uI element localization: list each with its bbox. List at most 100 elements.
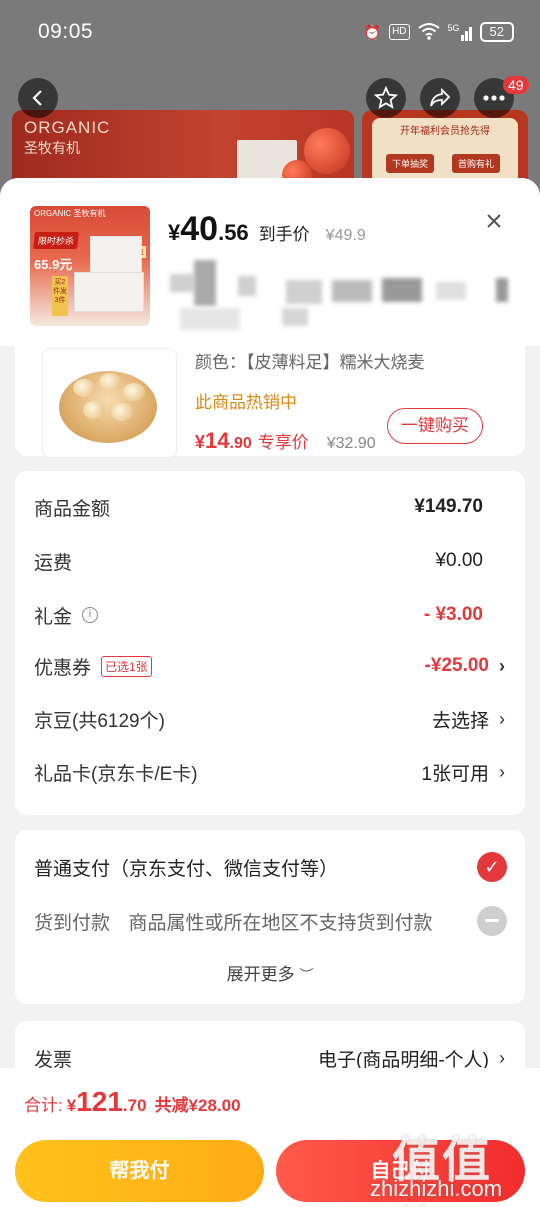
share-icon <box>430 87 451 107</box>
chevron-right-icon: › <box>499 1047 505 1068</box>
bottom-action-bar: 合计: ¥ 121 .70 共减¥28.00 帮我付 自己付 <box>0 1068 540 1207</box>
status-time: 09:05 <box>38 20 94 43</box>
favorite-button[interactable] <box>366 78 406 118</box>
deal-price: ¥ 14 .90 专享价 ¥32.90 <box>195 428 376 454</box>
payment-normal-row[interactable]: 普通支付（京东支付、微信支付等） ✓ <box>34 852 507 882</box>
close-icon <box>487 214 501 228</box>
shipping-row: 运费 ¥0.00 <box>34 546 505 576</box>
deal-integer: 14 <box>205 428 230 453</box>
hd-icon: HD <box>389 24 410 40</box>
shaomai-piece <box>123 383 145 401</box>
jd-beans-label: 京豆(共6129个) <box>34 710 165 732</box>
thumb-box-stack <box>90 236 142 274</box>
shaomai-piece <box>99 373 121 391</box>
total-saving: 共减¥28.00 <box>154 1096 241 1115</box>
payment-cod-note: 商品属性或所在地区不支持货到付款 <box>128 912 433 934</box>
thumb-side-text: 买2件发3件 <box>52 276 68 316</box>
redacted-text <box>282 308 308 326</box>
jd-beans-row[interactable]: 京豆(共6129个) 去选择 › <box>34 704 505 734</box>
redacted-text <box>436 282 466 300</box>
pay-myself-button[interactable]: 自己付 <box>276 1140 525 1202</box>
decor-ball <box>304 128 350 174</box>
shaomai-piece <box>73 379 95 397</box>
one-click-buy-button[interactable]: 一键购买 <box>387 408 483 444</box>
coupon-value: -¥25.00 <box>424 655 489 676</box>
gift-money-label: 礼金 <box>34 606 73 628</box>
redacted-text <box>238 276 256 296</box>
deal-label: 专享价 <box>257 433 309 452</box>
gift-card-row[interactable]: 礼品卡(京东卡/E卡) 1张可用 › <box>34 757 505 787</box>
thumb-brand: ORGANIC 圣牧有机 <box>34 209 106 218</box>
thumb-flash-tag: 限时秒杀 <box>33 232 79 249</box>
payment-cod-text: 货到付款 商品属性或所在地区不支持货到付款 <box>34 908 432 935</box>
product-thumbnail: ORGANIC 圣牧有机 限时秒杀 65.9元 24盒 买2件发3件 <box>30 206 150 326</box>
status-bar: 09:05 ⏰ HD 5G 52 <box>0 0 540 64</box>
gift-money-value: - ¥3.00 <box>423 604 483 625</box>
jd-beans-value: 去选择 <box>431 710 489 732</box>
coupon-label: 优惠券 <box>34 657 92 679</box>
signal-icon: 5G <box>448 23 472 41</box>
final-price: ¥ 40 .56 到手价 ¥49.9 <box>168 210 366 249</box>
gift-money-label-group: 礼金 i <box>34 602 99 629</box>
checkout-sheet: ORGANIC 圣牧有机 限时秒杀 65.9元 24盒 买2件发3件 ¥ 40 … <box>0 178 540 1207</box>
deal-currency: ¥ <box>195 432 206 452</box>
banner-brand-cn: 圣牧有机 <box>24 140 80 156</box>
price-label: 到手价 <box>258 225 310 244</box>
back-button[interactable] <box>18 78 58 118</box>
promo-title: 开年福利会员抢先得 <box>400 126 490 137</box>
product-image <box>42 348 177 458</box>
promo-chip-first-buy: 首购有礼 <box>452 154 501 173</box>
redacted-text <box>496 278 508 302</box>
total-decimal: .70 <box>122 1096 147 1115</box>
close-button[interactable] <box>480 208 508 236</box>
gift-card-value: 1张可用 <box>421 763 489 785</box>
goods-amount-label: 商品金额 <box>34 498 111 520</box>
total-label: 合计: <box>24 1096 63 1115</box>
order-summary-card: 商品金额 ¥149.70 运费 ¥0.00 礼金 i - ¥3.00 优惠券 已… <box>15 471 525 815</box>
coupon-value-group: -¥25.00 › <box>425 655 505 677</box>
price-currency: ¥ <box>168 220 181 245</box>
redacted-text <box>170 274 194 292</box>
status-icons: ⏰ HD 5G 52 <box>364 22 514 43</box>
redacted-text <box>286 280 322 304</box>
share-button[interactable] <box>420 78 460 118</box>
redacted-text <box>382 278 422 302</box>
price-decimal: .56 <box>218 220 249 245</box>
redacted-text <box>180 308 240 330</box>
coupon-row[interactable]: 优惠券 已选1张 -¥25.00 › <box>34 651 505 681</box>
coupon-selected-tag: 已选1张 <box>101 655 152 677</box>
payment-normal-label: 普通支付（京东支付、微信支付等） <box>34 858 339 880</box>
more-icon <box>483 95 505 101</box>
message-count-badge: 49 <box>503 76 529 94</box>
wifi-icon <box>417 22 440 43</box>
battery-icon: 52 <box>479 22 514 42</box>
sheet-header: ORGANIC 圣牧有机 限时秒杀 65.9元 24盒 买2件发3件 ¥ 40 … <box>0 178 540 346</box>
shaomai-piece <box>111 403 133 421</box>
chevron-right-icon: › <box>499 761 505 782</box>
help-me-pay-button[interactable]: 帮我付 <box>15 1140 264 1202</box>
expand-more-button[interactable]: 展开更多 ︶ <box>15 960 525 985</box>
jd-beans-value-group: 去选择 › <box>432 706 505 733</box>
deal-original-price: ¥32.90 <box>326 435 376 452</box>
deal-decimal: .90 <box>229 435 252 452</box>
gift-money-row[interactable]: 礼金 i - ¥3.00 <box>34 600 505 630</box>
chevron-right-icon: › <box>499 655 505 676</box>
star-icon <box>374 86 398 109</box>
checkmark-icon[interactable]: ✓ <box>477 852 507 882</box>
payment-cod-row: 货到付款 商品属性或所在地区不支持货到付款 <box>34 906 507 936</box>
shaomai-piece <box>83 401 105 419</box>
goods-amount-row: 商品金额 ¥149.70 <box>34 492 505 522</box>
payment-method-card: 普通支付（京东支付、微信支付等） ✓ 货到付款 商品属性或所在地区不支持货到付款… <box>15 830 525 1004</box>
product-variant: 颜色：【皮薄料足】糯米大烧麦 <box>195 353 425 372</box>
promo-chip-lottery: 下单抽奖 <box>386 154 435 173</box>
price-integer: 40 <box>180 210 219 248</box>
info-icon[interactable]: i <box>82 607 99 623</box>
shipping-value: ¥0.00 <box>435 550 483 571</box>
expand-more-label: 展开更多 <box>226 965 295 984</box>
shipping-label: 运费 <box>34 552 73 574</box>
banner-brand-en: ORGANIC <box>24 118 111 137</box>
gift-card-value-group: 1张可用 › <box>421 759 505 786</box>
goods-amount-value: ¥149.70 <box>414 496 483 517</box>
total-integer: 121 <box>76 1086 123 1117</box>
coupon-label-group: 优惠券 已选1张 <box>34 653 152 680</box>
